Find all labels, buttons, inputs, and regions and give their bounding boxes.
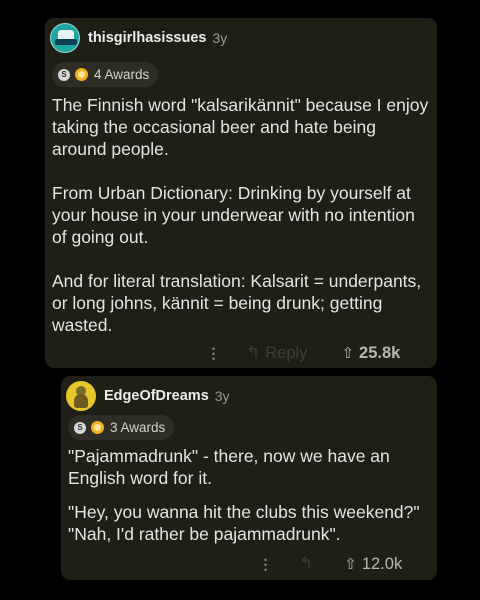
vote-count: 25.8k <box>359 343 401 362</box>
reply-icon: ↰ <box>246 343 261 362</box>
comment-paragraph: And for literal translation: Kalsarit = … <box>52 271 422 335</box>
comment-age: 3y <box>214 388 230 404</box>
avatar[interactable] <box>66 381 96 411</box>
upvote-icon: ⇧ <box>344 556 357 573</box>
reply-label: Reply <box>265 343 308 362</box>
upvote-icon: ⇧ <box>341 345 355 362</box>
comment-header: thisgirlhasissues 3y <box>50 23 227 53</box>
comment-card: thisgirlhasissues 3y S 4 Awards The Finn… <box>45 18 437 368</box>
avatar[interactable] <box>50 23 80 53</box>
username[interactable]: thisgirlhasissues <box>88 30 206 46</box>
vote-count: 12.0k <box>361 554 403 573</box>
upvote-button[interactable]: ⇧ 12.0k <box>344 555 402 574</box>
silver-award-icon: S <box>58 68 70 81</box>
awards-count: 4 Awards <box>94 67 150 82</box>
awards-badge[interactable]: S 4 Awards <box>52 62 159 87</box>
reply-button[interactable]: ↰ Reply <box>246 343 307 363</box>
comment-paragraph: "Pajammadrunk" - there, now we have an E… <box>68 446 390 488</box>
comment-paragraph: From Urban Dictionary: Drinking by yours… <box>52 183 415 247</box>
comment-paragraph: "Hey, you wanna hit the clubs this weeke… <box>68 502 420 544</box>
silver-award-icon: S <box>74 421 86 434</box>
comment-header: EdgeOfDreams 3y <box>66 381 230 411</box>
reply-icon: ↰ <box>299 554 314 573</box>
reply-button[interactable]: ↰ <box>299 554 318 574</box>
comment-paragraph: The Finnish word "kalsarikännit" because… <box>52 95 429 159</box>
more-options-icon[interactable]: ⋮ <box>205 345 221 362</box>
reply-comment-card: EdgeOfDreams 3y S 3 Awards "Pajammadrunk… <box>61 376 437 580</box>
comment-age: 3y <box>212 30 228 46</box>
gold-award-icon <box>91 421 104 434</box>
upvote-button[interactable]: ⇧ 25.8k <box>341 344 400 363</box>
comment-body: "Pajammadrunk" - there, now we have an E… <box>68 445 433 557</box>
awards-count: 3 Awards <box>110 420 166 435</box>
gold-award-icon <box>75 68 88 81</box>
comment-actions: ⋮ ↰ Reply ⇧ 25.8k <box>205 342 401 364</box>
more-options-icon[interactable]: ⋮ <box>257 556 273 573</box>
comment-actions: ⋮ ↰ ⇧ 12.0k <box>257 553 403 575</box>
awards-badge[interactable]: S 3 Awards <box>68 415 175 440</box>
username[interactable]: EdgeOfDreams <box>104 388 209 404</box>
comment-body: The Finnish word "kalsarikännit" because… <box>52 94 432 358</box>
